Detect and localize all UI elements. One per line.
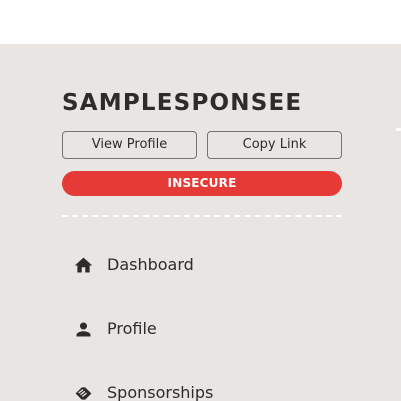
divider xyxy=(62,215,342,217)
nav-item-dashboard[interactable]: Dashboard xyxy=(62,245,342,285)
nav-item-label: Sponsorships xyxy=(107,383,214,401)
nav-item-label: Profile xyxy=(107,319,157,338)
home-icon xyxy=(73,255,94,276)
nav-item-profile[interactable]: Profile xyxy=(62,309,342,349)
nav-item-label: Dashboard xyxy=(107,255,194,274)
top-bar xyxy=(0,0,401,44)
status-badge: INSECURE xyxy=(62,171,342,196)
sidebar-resize-handle[interactable] xyxy=(396,128,401,131)
person-icon xyxy=(73,319,94,340)
profile-username: SAMPLESPONSEE xyxy=(62,90,303,116)
nav-item-sponsorships[interactable]: Sponsorships xyxy=(62,373,342,401)
copy-link-button[interactable]: Copy Link xyxy=(207,131,342,159)
view-profile-button[interactable]: View Profile xyxy=(62,131,197,159)
handshake-icon xyxy=(73,383,94,401)
